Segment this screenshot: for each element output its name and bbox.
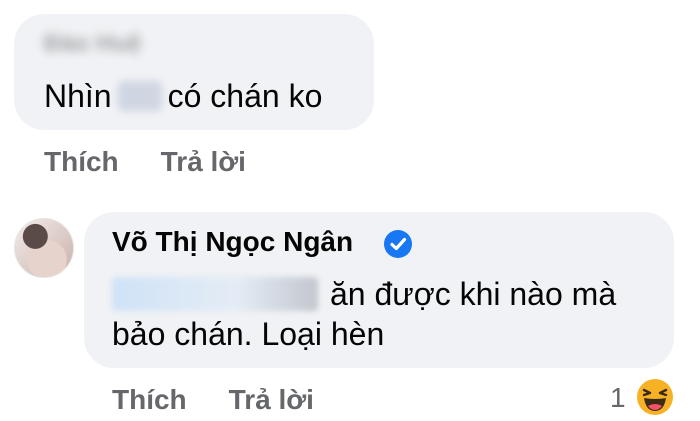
reply-text-line-1: ăn được khi nào mà: [112, 276, 616, 312]
comment-text: Nhìn có chán ko: [44, 78, 322, 114]
reply-button[interactable]: Trả lời: [161, 146, 246, 177]
comment-text-before: Nhìn: [44, 78, 112, 114]
reaction-count[interactable]: 1: [610, 382, 626, 414]
censored-mention: [112, 277, 318, 311]
like-button[interactable]: Thích: [44, 146, 119, 177]
comment-actions: Thích Trả lời: [44, 146, 246, 178]
reply-reply-button[interactable]: Trả lời: [229, 384, 314, 415]
haha-emoji-icon[interactable]: [636, 378, 674, 416]
reply-text-line-2: bảo chán. Loại hèn: [112, 316, 385, 352]
comment-author-name-blurred: Đào Huệ: [44, 30, 142, 57]
reply-author-name[interactable]: Võ Thị Ngọc Ngân: [112, 226, 353, 258]
verified-badge-icon: [384, 230, 412, 258]
censored-word: [117, 81, 162, 111]
reply-text-line-1-text: ăn được khi nào mà: [330, 276, 617, 312]
reply-like-button[interactable]: Thích: [112, 384, 187, 415]
comment-text-after: có chán ko: [167, 78, 323, 114]
reply-actions: Thích Trả lời: [112, 384, 314, 416]
avatar[interactable]: [14, 218, 74, 278]
